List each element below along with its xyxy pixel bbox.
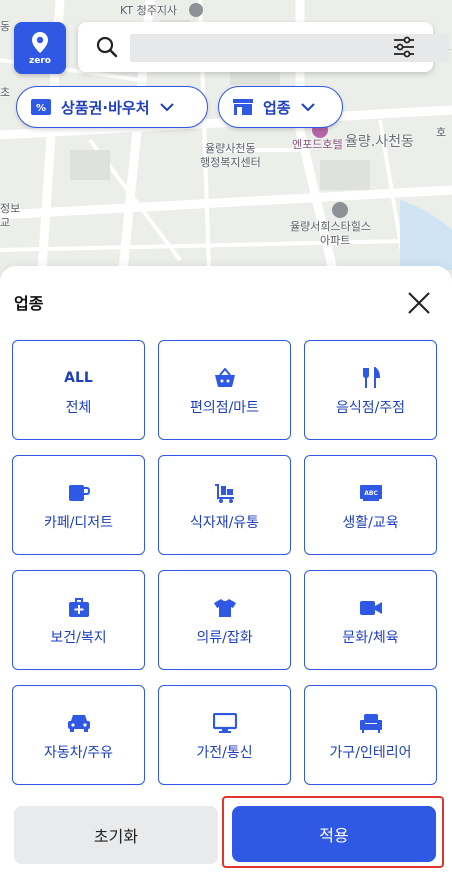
category-tile-furniture[interactable]: 가구/인테리어 bbox=[304, 685, 437, 785]
category-label: 의류/잡화 bbox=[196, 630, 253, 646]
svg-text:%: % bbox=[36, 103, 46, 114]
map-label: 율량.사천동 bbox=[345, 134, 414, 150]
category-label: 자동차/주유 bbox=[43, 745, 114, 761]
voucher-chip-label: 상품권·바우처 bbox=[61, 98, 150, 117]
category-label: 가구/인테리어 bbox=[329, 745, 412, 761]
search-icon[interactable] bbox=[96, 36, 118, 58]
category-label: 전체 bbox=[65, 400, 92, 416]
category-tile-health[interactable]: 보건/복지 bbox=[12, 570, 145, 670]
store-icon bbox=[233, 99, 253, 115]
cart-icon bbox=[214, 484, 234, 503]
search-bar[interactable] bbox=[78, 22, 449, 72]
car-icon bbox=[67, 715, 90, 732]
map-label: 초 bbox=[0, 86, 11, 99]
svg-text:ABC: ABC bbox=[364, 490, 378, 497]
category-bottom-sheet: 업종 ALL 전체 편의점/마트 음식점/주점 카페/디저트 식자재/유통 AB… bbox=[0, 266, 452, 883]
category-label: 문화/체육 bbox=[342, 630, 399, 646]
category-label: 편의점/마트 bbox=[189, 400, 260, 416]
category-tile-all[interactable]: ALL 전체 bbox=[12, 340, 145, 440]
app-logo-text: zero bbox=[29, 55, 51, 66]
app-logo-button[interactable]: zero bbox=[14, 22, 66, 74]
reset-button[interactable]: 초기화 bbox=[14, 806, 218, 864]
map-label: 엔포드호텔 bbox=[292, 138, 343, 151]
category-label: 카페/디저트 bbox=[43, 515, 114, 531]
category-label: 식자재/유통 bbox=[189, 515, 260, 531]
category-filter-chip[interactable]: 업종 bbox=[218, 86, 343, 128]
sheet-title: 업종 bbox=[14, 294, 44, 313]
all-icon: ALL bbox=[64, 370, 93, 386]
category-tile-convenience[interactable]: 편의점/마트 bbox=[158, 340, 291, 440]
map-label: 교 bbox=[0, 216, 11, 229]
category-chip-label: 업종 bbox=[263, 98, 291, 117]
category-tile-auto[interactable]: 자동차/주유 bbox=[12, 685, 145, 785]
medical-kit-icon bbox=[68, 598, 89, 617]
map-label: 호 bbox=[436, 126, 447, 139]
category-tile-restaurant[interactable]: 음식점/주점 bbox=[304, 340, 437, 440]
map-label: KT 청주지사 bbox=[120, 4, 178, 17]
category-tile-clothing[interactable]: 의류/잡화 bbox=[158, 570, 291, 670]
shirt-icon bbox=[213, 599, 236, 617]
location-pin-icon bbox=[32, 31, 48, 53]
category-tile-groceries[interactable]: 식자재/유통 bbox=[158, 455, 291, 555]
utensils-icon bbox=[362, 367, 380, 388]
category-label: 음식점/주점 bbox=[335, 400, 406, 416]
monitor-icon bbox=[212, 713, 237, 733]
chevron-down-icon bbox=[300, 102, 315, 112]
category-tile-electronics[interactable]: 가전/통신 bbox=[158, 685, 291, 785]
chevron-down-icon bbox=[159, 102, 174, 112]
close-icon[interactable] bbox=[406, 290, 432, 316]
map-label: 동 bbox=[0, 20, 11, 33]
category-tile-cafe[interactable]: 카페/디저트 bbox=[12, 455, 145, 555]
category-label: 생활/교육 bbox=[342, 515, 399, 531]
map-label: 아파트 bbox=[320, 234, 351, 247]
abc-board-icon: ABC bbox=[359, 485, 382, 501]
category-label: 가전/통신 bbox=[196, 745, 253, 761]
armchair-icon bbox=[359, 714, 382, 733]
map-label: 행정복지센터 bbox=[200, 156, 261, 169]
video-icon bbox=[359, 601, 382, 615]
category-tile-culture[interactable]: 문화/체육 bbox=[304, 570, 437, 670]
basket-icon bbox=[214, 368, 235, 387]
apply-button[interactable]: 적용 bbox=[232, 806, 436, 862]
voucher-icon: % bbox=[31, 99, 51, 115]
filter-sliders-icon[interactable] bbox=[393, 36, 415, 58]
cup-icon bbox=[68, 485, 90, 501]
voucher-filter-chip[interactable]: % 상품권·바우처 bbox=[16, 86, 208, 128]
category-label: 보건/복지 bbox=[50, 630, 107, 646]
category-tile-education[interactable]: ABC 생활/교육 bbox=[304, 455, 437, 555]
